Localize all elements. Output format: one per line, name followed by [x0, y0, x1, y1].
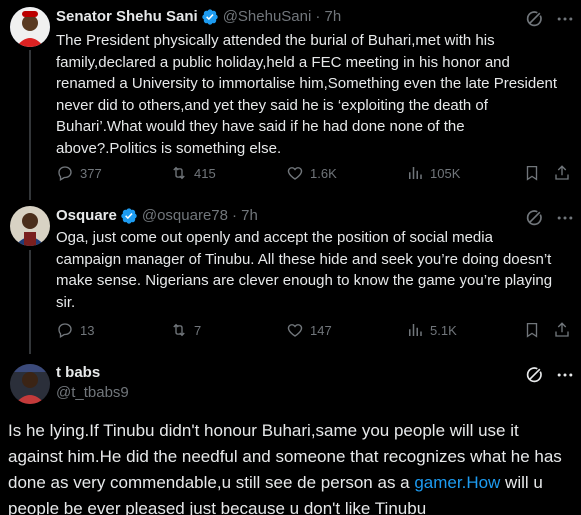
verified-badge-icon [121, 208, 137, 224]
like-button[interactable]: 1.6K [286, 164, 337, 182]
like-icon [287, 324, 303, 337]
author-name[interactable]: t babs [56, 363, 100, 383]
author-name[interactable]: Osquare [56, 206, 117, 226]
reply-count: 13 [80, 322, 95, 338]
views-count: 105K [430, 165, 461, 181]
post-actions: 13 7 147 5.1K [0, 319, 581, 341]
grok-icon[interactable] [524, 208, 544, 228]
more-icon[interactable] [555, 208, 575, 228]
author-handle[interactable]: @osquare78 [142, 206, 228, 226]
more-icon[interactable] [555, 365, 575, 385]
bookmark-button[interactable] [523, 321, 541, 339]
post-time[interactable]: · 7h [315, 7, 341, 27]
like-button[interactable]: 147 [286, 321, 332, 339]
more-icon[interactable] [555, 9, 575, 29]
avatar-osquare[interactable] [10, 206, 50, 246]
like-count: 1.6K [310, 165, 337, 181]
post-text: Is he lying.If Tinubu didn't honour Buha… [8, 418, 578, 515]
share-button[interactable] [553, 164, 571, 182]
views-icon [409, 324, 422, 336]
like-icon [287, 167, 303, 180]
post-header: Osquare @osquare78 · 7h [56, 206, 258, 226]
like-count: 147 [310, 322, 332, 338]
views-icon [409, 167, 422, 179]
bookmark-icon [526, 322, 538, 338]
repost-count: 415 [194, 165, 216, 181]
avatar-shehu-sani[interactable] [10, 7, 50, 47]
post-actions: 377 415 1.6K 105K [0, 162, 581, 184]
views-button[interactable]: 5.1K [406, 321, 457, 339]
views-count: 5.1K [430, 322, 457, 338]
repost-icon [173, 323, 185, 337]
author-handle[interactable]: @t_tbabs9 [56, 383, 129, 403]
reply-button[interactable]: 377 [56, 164, 102, 182]
share-button[interactable] [553, 321, 571, 339]
author-handle[interactable]: @ShehuSani [223, 7, 312, 27]
views-button[interactable]: 105K [406, 164, 460, 182]
reply-icon [58, 166, 72, 181]
repost-button[interactable]: 7 [170, 321, 201, 339]
share-icon [555, 322, 569, 337]
grok-icon[interactable] [524, 9, 544, 29]
post-time[interactable]: · 7h [232, 206, 258, 226]
bookmark-button[interactable] [523, 164, 541, 182]
post-text: Oga, just come out openly and accept the… [56, 229, 553, 311]
reply-button[interactable]: 13 [56, 321, 94, 339]
post-text: The President physically attended the bu… [56, 32, 558, 157]
repost-button[interactable]: 415 [170, 164, 216, 182]
grok-icon[interactable] [524, 365, 544, 385]
post-header: t babs [56, 363, 100, 383]
bookmark-icon [526, 165, 538, 181]
repost-count: 7 [194, 322, 202, 338]
text-link[interactable]: gamer.How [414, 473, 500, 492]
author-name[interactable]: Senator Shehu Sani [56, 7, 198, 27]
post-handle-row: @t_tbabs9 [56, 383, 129, 403]
post-header: Senator Shehu Sani @ShehuSani · 7h [56, 7, 341, 27]
repost-icon [173, 166, 185, 180]
reply-icon [58, 323, 72, 338]
avatar-t-babs[interactable] [10, 364, 50, 404]
share-icon [555, 165, 569, 180]
reply-count: 377 [80, 165, 102, 181]
verified-badge-icon [202, 9, 218, 25]
